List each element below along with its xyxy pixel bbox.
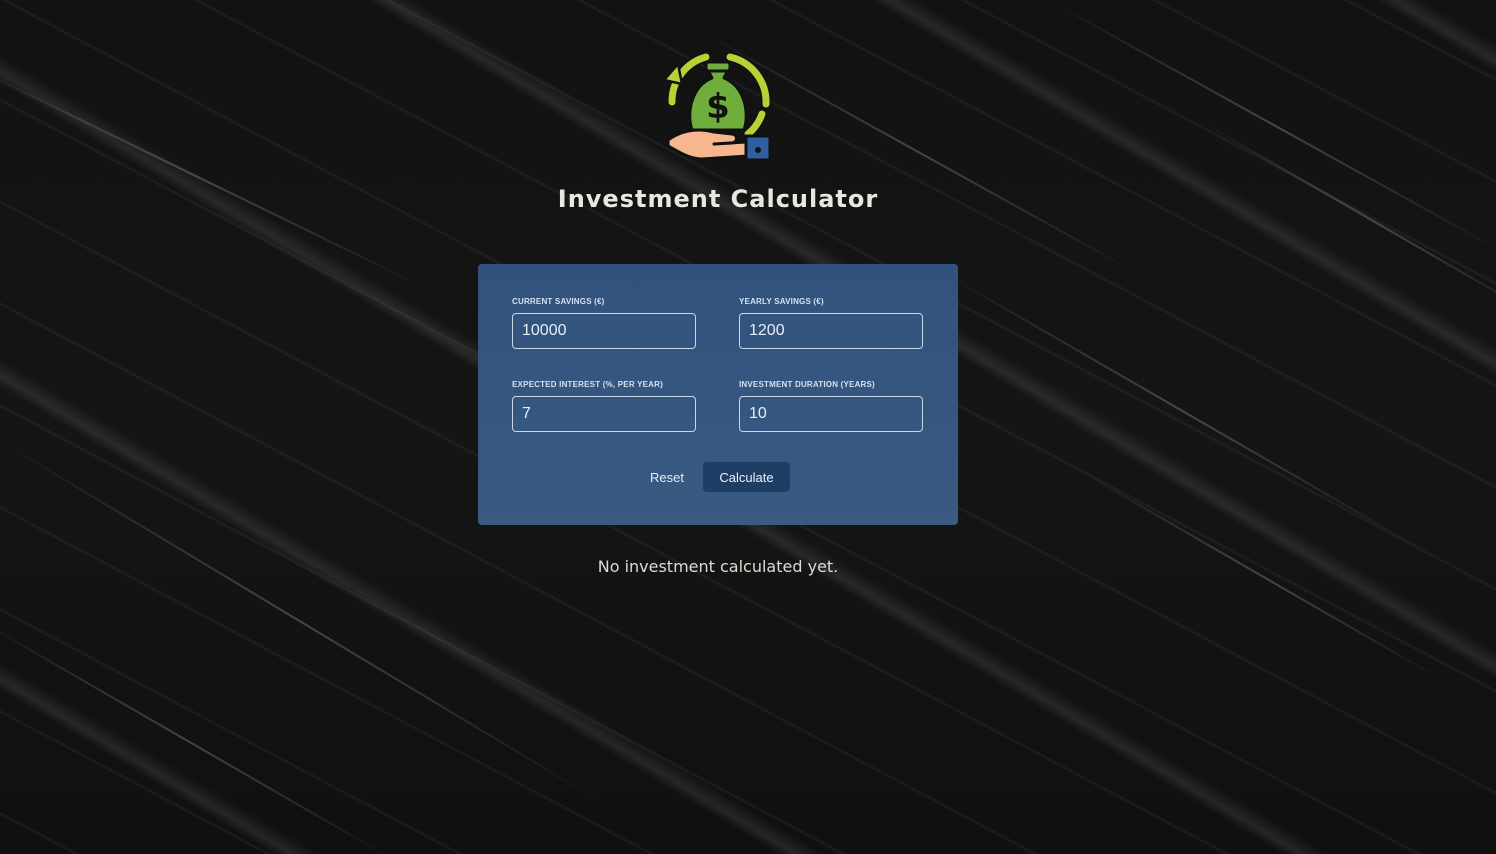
investment-duration-input[interactable] [739,396,923,432]
background-streak [939,270,1426,552]
svg-text:$: $ [706,87,730,127]
background-streak [1199,120,1496,322]
background-streak [0,60,428,290]
background-streak [1049,0,1496,254]
yearly-savings-input[interactable] [739,313,923,349]
page-title: Investment Calculator [557,185,879,213]
logo: $ [658,42,778,164]
money-bag-hand-icon: $ [662,51,772,162]
expected-interest-label: EXPECTED INTEREST (%, PER YEAR) [512,380,663,389]
investment-duration-label: INVESTMENT DURATION (YEARS) [739,380,875,389]
investment-duration-field-group: INVESTMENT DURATION (YEARS) [739,380,923,432]
form-actions: Reset Calculate [478,462,958,492]
yearly-savings-field-group: YEARLY SAVINGS (€) [739,297,923,349]
expected-interest-field-group: EXPECTED INTEREST (%, PER YEAR) [512,380,696,432]
current-savings-label: CURRENT SAVINGS (€) [512,297,605,306]
current-savings-input[interactable] [512,313,696,349]
investment-form: CURRENT SAVINGS (€) YEARLY SAVINGS (€) E… [478,264,958,525]
result-message: No investment calculated yet. [597,557,839,576]
current-savings-field-group: CURRENT SAVINGS (€) [512,297,696,349]
yearly-savings-label: YEARLY SAVINGS (€) [739,297,824,306]
background-streak [1079,470,1445,682]
reset-button[interactable]: Reset [640,462,694,492]
background-streak [0,620,397,854]
calculate-button[interactable]: Calculate [703,462,790,492]
expected-interest-input[interactable] [512,396,696,432]
